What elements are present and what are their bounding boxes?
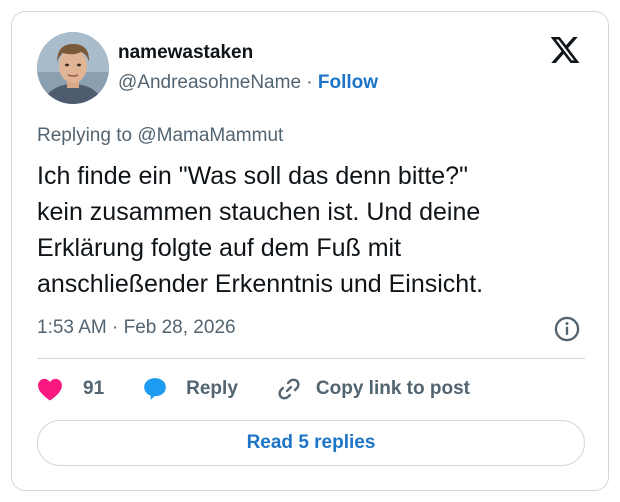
link-icon	[278, 378, 300, 400]
follow-button[interactable]: Follow	[318, 72, 378, 93]
post-timestamp[interactable]: 1:53 AM · Feb 28, 2026	[37, 317, 236, 339]
copy-link-label: Copy link to post	[315, 378, 470, 399]
reply-button[interactable]: Reply	[142, 376, 238, 402]
like-count: 91	[83, 378, 105, 399]
action-bar: 91 Reply Copy link to post	[37, 374, 470, 404]
post-text-line: Ich finde ein "Was soll das denn bitte?"	[37, 162, 468, 190]
author-handle[interactable]: @AndreasohneName	[118, 72, 301, 93]
handle-separator: ·	[306, 72, 313, 93]
divider	[37, 358, 585, 359]
speech-bubble-icon	[144, 378, 166, 400]
read-replies-button[interactable]: Read 5 replies	[37, 420, 585, 466]
copy-link-button[interactable]: Copy link to post	[276, 376, 470, 402]
heart-icon	[38, 378, 62, 401]
like-button[interactable]: 91	[37, 377, 104, 401]
author-display-name[interactable]: namewastaken	[118, 42, 253, 64]
author-handle-row: @AndreasohneName · Follow	[118, 72, 378, 94]
avatar-image	[37, 32, 109, 104]
post-text-line: anschließender Erkenntnis und Einsicht.	[37, 270, 484, 298]
info-icon[interactable]	[553, 315, 581, 343]
post-card: namewastaken @AndreasohneName · Follow R…	[11, 11, 609, 491]
reply-label: Reply	[186, 378, 238, 399]
post-text-line: kein zusammen stauchen ist. Und deine	[37, 198, 481, 226]
avatar[interactable]	[37, 32, 109, 104]
post-text: Ich finde ein "Was soll das denn bitte?"…	[37, 158, 592, 302]
replying-to[interactable]: Replying to @MamaMammut	[37, 125, 283, 147]
x-logo-icon[interactable]	[549, 34, 581, 66]
post-text-line: Erklärung folgte auf dem Fuß mit	[37, 234, 402, 262]
